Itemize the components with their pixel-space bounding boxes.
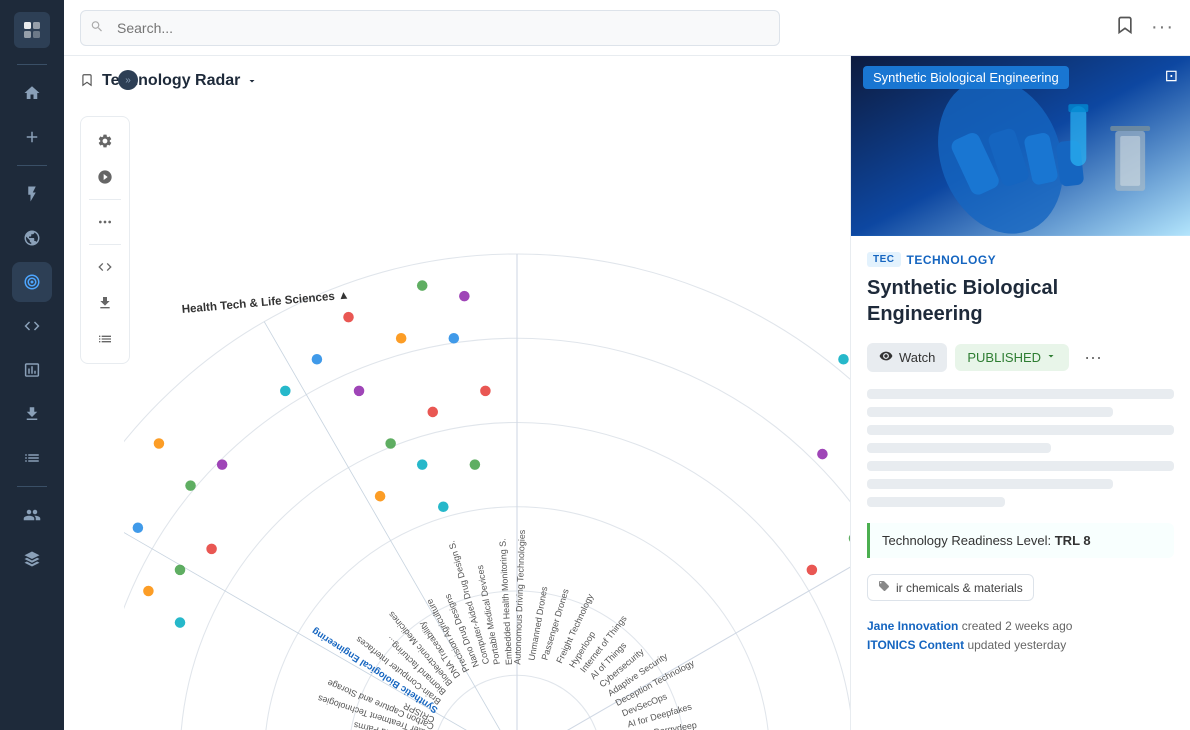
sidebar-item-home[interactable] (12, 73, 52, 113)
meta-section: Jane Innovation created 2 weeks ago ITON… (867, 617, 1174, 655)
tag-label: ir chemicals & materials (896, 581, 1023, 595)
eye-icon (879, 349, 893, 366)
toolbar-divider-2 (89, 244, 121, 245)
sidebar-item-globe[interactable] (12, 218, 52, 258)
sidebar-item-stack[interactable] (12, 539, 52, 579)
main-content: ··· Technology Radar (64, 0, 1190, 730)
radar-visualization: Mobility ▲ Health Tech & Life Sciences ▲… (124, 96, 850, 730)
sidebar-item-chart[interactable] (12, 350, 52, 390)
svg-text:Autonomous Driving Technologie: Autonomous Driving Technologies (512, 529, 527, 665)
skeleton-content (867, 389, 1174, 507)
meta-creator: Jane Innovation (867, 619, 958, 633)
search-container (80, 10, 780, 46)
trl-section: Technology Readiness Level: TRL 8 (867, 523, 1174, 558)
sidebar (0, 0, 64, 730)
sidebar-collapse-button[interactable]: » (118, 70, 138, 90)
published-label: PUBLISHED (967, 350, 1041, 365)
detail-image-overlay: Synthetic Biological Engineering ⊡ (851, 56, 1190, 236)
sidebar-item-list[interactable] (12, 438, 52, 478)
detail-body: TEC TECHNOLOGY Synthetic Biological Engi… (851, 236, 1190, 730)
more-dots-icon: ··· (1084, 347, 1102, 368)
skeleton-line-5 (867, 461, 1174, 471)
topbar-more-icon[interactable]: ··· (1151, 16, 1174, 39)
meta-updater-line: ITONICS Content updated yesterday (867, 636, 1174, 655)
sidebar-item-lightning[interactable] (12, 174, 52, 214)
skeleton-line-4 (867, 443, 1051, 453)
skeleton-line-6 (867, 479, 1113, 489)
toolbar-code[interactable] (89, 251, 121, 283)
sidebar-item-add[interactable] (12, 117, 52, 157)
sidebar-divider-1 (17, 165, 47, 166)
sidebar-item-download[interactable] (12, 394, 52, 434)
radar-panel: Technology Radar (64, 56, 850, 730)
svg-text:Embedded Health Monitoring S.: Embedded Health Monitoring S. (497, 538, 514, 665)
detail-category: TEC TECHNOLOGY (867, 252, 1174, 267)
toolbar-layer[interactable] (89, 161, 121, 193)
meta-updater: ITONICS Content (867, 638, 964, 652)
toolbar-settings[interactable] (89, 125, 121, 157)
toolbar-list[interactable] (89, 323, 121, 355)
radar-toolbar (80, 116, 130, 364)
sidebar-item-code[interactable] (12, 306, 52, 346)
toolbar-nodes[interactable] (89, 206, 121, 238)
topbar-actions: ··· (1115, 15, 1174, 40)
detail-actions: Watch PUBLISHED ··· (867, 341, 1174, 373)
app-logo[interactable] (14, 12, 50, 48)
detail-image-title: Synthetic Biological Engineering (863, 66, 1069, 89)
skeleton-line-3 (867, 425, 1174, 435)
category-text: TECHNOLOGY (907, 253, 997, 267)
sidebar-item-radar[interactable] (12, 262, 52, 302)
detail-title: Synthetic Biological Engineering (867, 275, 1174, 327)
meta-creator-line: Jane Innovation created 2 weeks ago (867, 617, 1174, 636)
content-area: Technology Radar (64, 56, 1190, 730)
trl-label: Technology Readiness Level: (882, 533, 1051, 548)
radar-header: Technology Radar (80, 72, 834, 90)
svg-text:Health Tech & Life Sciences ▲: Health Tech & Life Sciences ▲ (181, 289, 350, 316)
meta-updated-time: yesterday (1014, 638, 1066, 652)
skeleton-line-7 (867, 497, 1005, 507)
published-chevron-icon (1045, 350, 1057, 365)
toolbar-download[interactable] (89, 287, 121, 319)
category-badge: TEC (867, 252, 901, 267)
trl-value: TRL 8 (1055, 533, 1091, 548)
bookmark-icon[interactable] (1115, 15, 1135, 40)
sidebar-divider-top (17, 64, 47, 65)
radar-breadcrumb-icon (80, 73, 94, 90)
meta-updated-verb: updated (967, 638, 1014, 652)
sidebar-item-network[interactable] (12, 495, 52, 535)
sidebar-divider-2 (17, 486, 47, 487)
tag-icon (878, 580, 890, 595)
detail-panel: Synthetic Biological Engineering ⊡ TEC T… (850, 56, 1190, 730)
trl-text: Technology Readiness Level: TRL 8 (882, 533, 1091, 548)
topbar: ··· (64, 0, 1190, 56)
watch-label: Watch (899, 350, 935, 365)
skeleton-line-2 (867, 407, 1113, 417)
toolbar-divider-1 (89, 199, 121, 200)
skeleton-line-1 (867, 389, 1174, 399)
published-button[interactable]: PUBLISHED (955, 344, 1069, 371)
dropdown-icon[interactable] (246, 75, 258, 87)
tag-chemicals[interactable]: ir chemicals & materials (867, 574, 1034, 601)
detail-more-button[interactable]: ··· (1077, 341, 1109, 373)
meta-created-verb: created (962, 619, 1005, 633)
meta-created-time: 2 weeks ago (1005, 619, 1072, 633)
watch-button[interactable]: Watch (867, 343, 947, 372)
detail-image-window-icon[interactable]: ⊡ (1165, 66, 1178, 86)
detail-image: Synthetic Biological Engineering ⊡ (851, 56, 1190, 236)
search-icon (90, 19, 104, 36)
search-input[interactable] (80, 10, 780, 46)
tag-section: ir chemicals & materials (867, 574, 1174, 601)
